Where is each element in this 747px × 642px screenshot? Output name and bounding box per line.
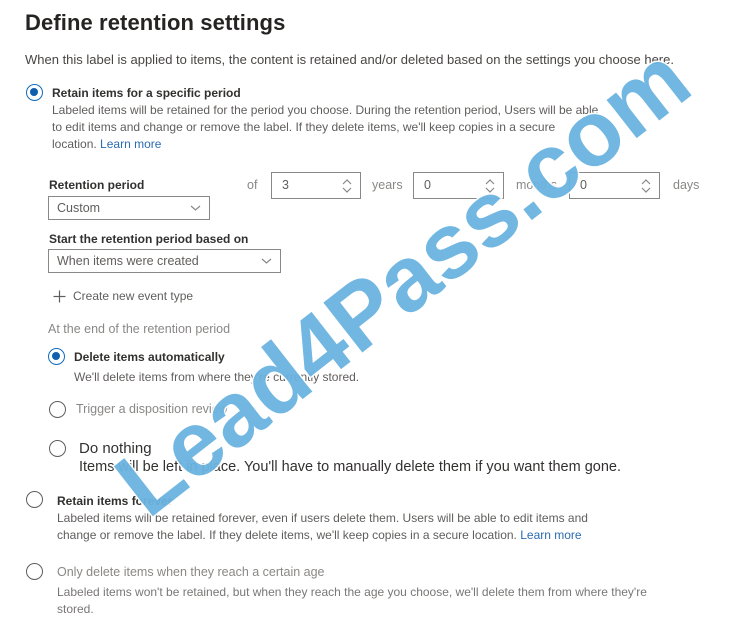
days-unit-label: days <box>673 178 700 192</box>
desc-line: Labeled items will be retained forever, … <box>57 511 588 525</box>
option-title-trigger-disposition-review: Trigger a disposition review <box>76 402 228 416</box>
of-label: of <box>247 178 258 192</box>
radio-delete-automatically[interactable] <box>48 348 65 365</box>
retention-period-label: Retention period <box>49 178 145 192</box>
desc-line: Labeled items will be retained for the p… <box>52 103 599 117</box>
option-desc-retain-specific-period: Labeled items will be retained for the p… <box>52 102 598 153</box>
spin-arrows-icon[interactable] <box>484 176 496 196</box>
spin-arrows-icon[interactable] <box>341 176 353 196</box>
desc-line: change or remove the label. If they dele… <box>57 527 588 544</box>
radio-retain-forever[interactable] <box>26 491 43 508</box>
desc-text: location. <box>52 137 97 151</box>
desc-line: Labeled items won't be retained, but whe… <box>57 585 647 599</box>
days-value: 0 <box>580 178 587 192</box>
radio-do-nothing[interactable] <box>49 440 66 457</box>
learn-more-link[interactable]: Learn more <box>100 137 161 151</box>
years-unit-label: years <box>372 178 403 192</box>
start-based-on-dropdown[interactable]: When items were created <box>48 249 281 273</box>
desc-line: stored. <box>57 602 94 616</box>
years-value: 3 <box>282 178 289 192</box>
option-desc-delete-automatically: We'll delete items from where they're cu… <box>74 370 360 384</box>
intro-text: When this label is applied to items, the… <box>25 52 674 67</box>
option-title-retain-forever: Retain items forever <box>57 494 173 508</box>
desc-line: to edit items and change or remove the l… <box>52 120 556 134</box>
retention-period-dropdown[interactable]: Custom <box>48 196 210 220</box>
create-event-type-label: Create new event type <box>73 289 194 303</box>
option-title-retain-specific-period: Retain items for a specific period <box>52 86 241 100</box>
days-input[interactable]: 0 <box>569 172 660 199</box>
chevron-down-icon <box>261 258 272 264</box>
dropdown-value: When items were created <box>57 254 199 268</box>
option-desc-retain-forever: Labeled items will be retained forever, … <box>57 510 588 544</box>
radio-trigger-disposition-review[interactable] <box>49 401 66 418</box>
create-event-type-button[interactable]: Create new event type <box>53 289 193 303</box>
option-title-only-delete-at-age: Only delete items when they reach a cert… <box>57 565 325 579</box>
radio-only-delete-at-age[interactable] <box>26 563 43 580</box>
radio-retain-specific-period[interactable] <box>26 84 43 101</box>
option-title-delete-automatically: Delete items automatically <box>74 350 225 364</box>
chevron-down-icon <box>190 205 201 211</box>
months-unit-label: months <box>516 178 557 192</box>
months-input[interactable]: 0 <box>413 172 504 199</box>
end-of-period-label: At the end of the retention period <box>48 322 231 336</box>
desc-line: location. Learn more <box>52 136 598 153</box>
plus-icon <box>53 290 66 302</box>
option-desc-only-delete-at-age: Labeled items won't be retained, but whe… <box>57 584 647 618</box>
desc-text: change or remove the label. If they dele… <box>57 528 517 542</box>
months-value: 0 <box>424 178 431 192</box>
start-based-on-label: Start the retention period based on <box>49 232 249 246</box>
years-input[interactable]: 3 <box>271 172 361 199</box>
option-desc-do-nothing: Items will be left in place. You'll have… <box>79 459 621 475</box>
option-title-do-nothing: Do nothing <box>79 440 152 457</box>
learn-more-link[interactable]: Learn more <box>520 528 581 542</box>
dropdown-value: Custom <box>57 201 101 215</box>
page-title: Define retention settings <box>25 10 286 35</box>
spin-arrows-icon[interactable] <box>640 176 652 196</box>
